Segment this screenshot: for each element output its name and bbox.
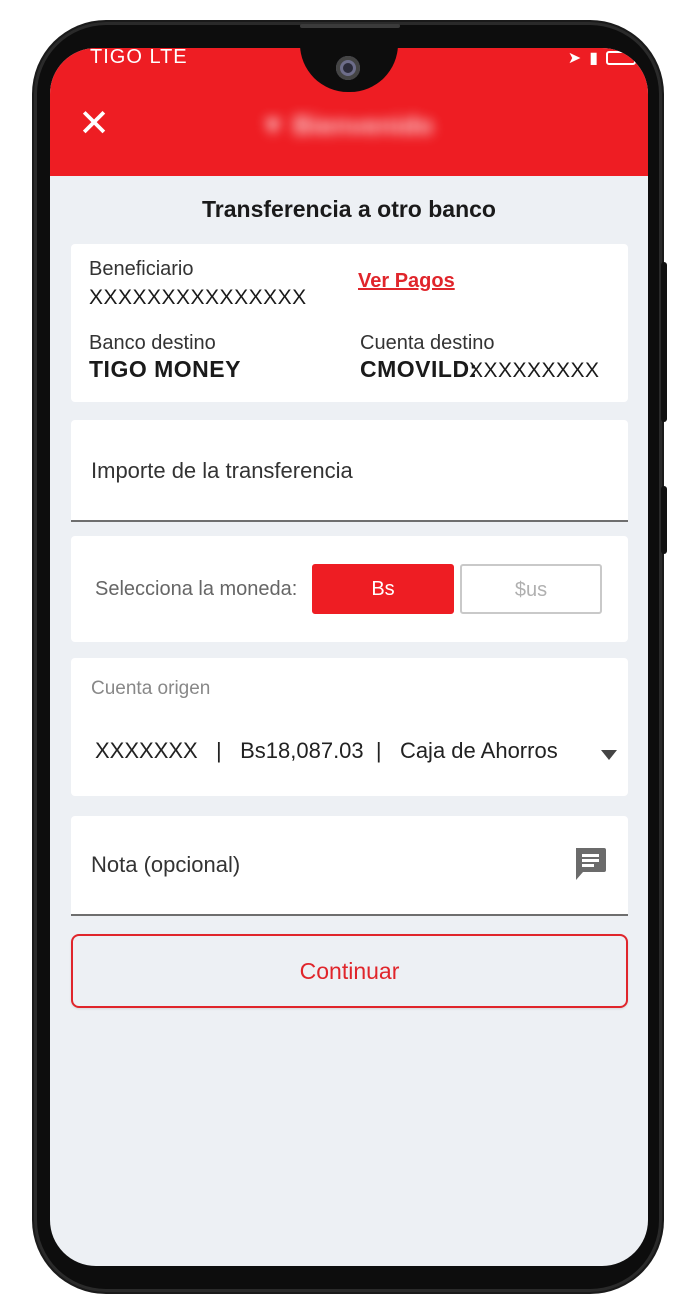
banco-destino-value: TIGO MONEY xyxy=(89,356,241,382)
banco-destino-label: Banco destino xyxy=(89,332,216,354)
continue-button[interactable]: Continuar xyxy=(71,934,628,1008)
beneficiary-card: Beneficiario XXXXXXXXXXXXXXX Ver Pagos B… xyxy=(71,244,628,402)
sim-icon: ▮ xyxy=(589,50,598,67)
location-icon: ➤ xyxy=(567,50,582,67)
carrier-status: TIGO LTE xyxy=(90,48,188,68)
cuenta-origen-value: XXXXXXX | Bs18,087.03 | Caja de Ahorros xyxy=(95,738,558,763)
account-type: Caja de Ahorros xyxy=(399,738,558,763)
front-camera xyxy=(336,56,360,80)
cuenta-origen-select[interactable]: Cuenta origen XXXXXXX | Bs18,087.03 | Ca… xyxy=(71,658,628,796)
camera-notch xyxy=(300,48,398,92)
currency-selector: Selecciona la moneda: Bs $us xyxy=(71,536,628,642)
message-icon[interactable] xyxy=(573,846,607,882)
account-balance: Bs18,087.03 xyxy=(240,738,364,763)
cuenta-destino-label: Cuenta destino xyxy=(360,332,495,354)
volume-button xyxy=(661,262,667,422)
beneficiario-value: XXXXXXXXXXXXXXX xyxy=(89,286,307,309)
ver-pagos-link[interactable]: Ver Pagos xyxy=(358,270,455,293)
importe-placeholder: Importe de la transferencia xyxy=(91,458,353,483)
importe-input[interactable]: Importe de la transferencia xyxy=(71,420,628,522)
power-button xyxy=(661,486,667,554)
phone-speaker xyxy=(300,24,400,28)
nota-placeholder: Nota (opcional) xyxy=(91,852,241,877)
cuenta-destino-prefix: CMOVILD: xyxy=(360,356,478,382)
currency-usd-button[interactable]: $us xyxy=(460,564,602,614)
app-header: TIGO LTE ➤ ▮ ✕ ▼ Bienvenido xyxy=(50,48,648,176)
page-title: Transferencia a otro banco xyxy=(202,196,496,222)
close-icon[interactable]: ✕ xyxy=(76,105,112,143)
status-icons: ➤ ▮ xyxy=(568,48,636,68)
nota-input[interactable]: Nota (opcional) xyxy=(71,816,628,916)
cuenta-origen-label: Cuenta origen xyxy=(91,678,211,699)
currency-label: Selecciona la moneda: xyxy=(95,578,298,600)
battery-icon xyxy=(606,51,636,65)
header-logo: ▼ Bienvenido xyxy=(260,110,434,140)
currency-bs-button[interactable]: Bs xyxy=(312,564,454,614)
chevron-down-icon[interactable] xyxy=(601,750,617,760)
beneficiario-label: Beneficiario xyxy=(89,258,194,280)
cuenta-destino-value: XXXXXXXXX xyxy=(469,359,600,382)
app-screen: TIGO LTE ➤ ▮ ✕ ▼ Bienvenido Transferenci… xyxy=(50,48,648,1266)
account-number: XXXXXXX xyxy=(95,738,198,763)
